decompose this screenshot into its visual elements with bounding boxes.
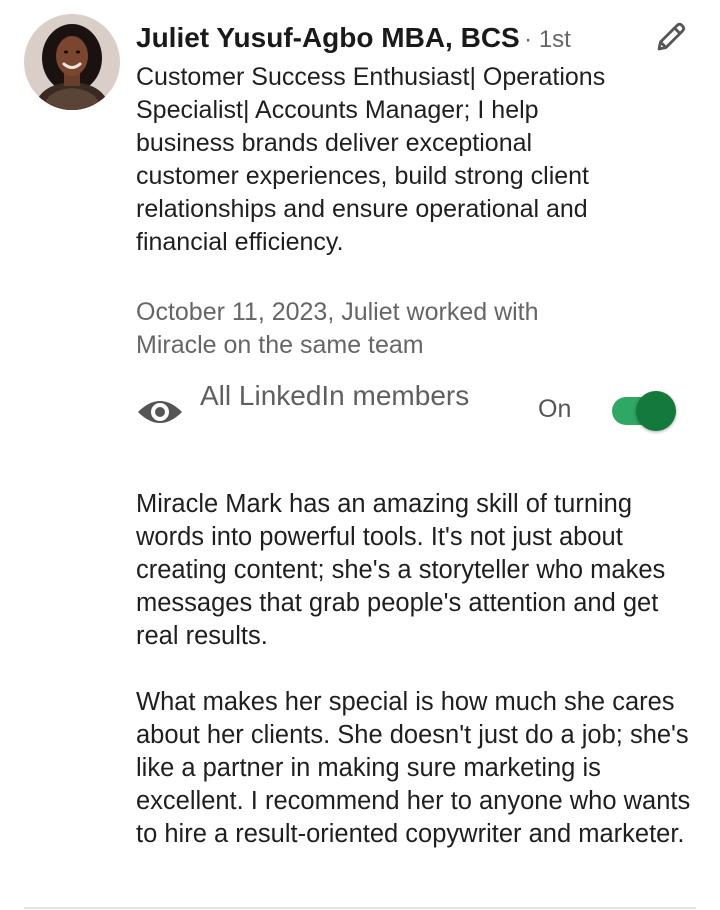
author-headline: Customer Success Enthusiast| Operations …	[136, 63, 606, 256]
profile-photo	[24, 14, 120, 110]
avatar[interactable]	[24, 14, 120, 110]
eye-icon	[138, 401, 182, 423]
toggle-status: On	[538, 395, 572, 423]
recommendation-context: October 11, 2023, Juliet worked with Mir…	[136, 298, 539, 359]
recommendation-paragraph: What makes her special is how much she c…	[136, 688, 691, 848]
visibility-label: All LinkedIn members	[200, 380, 470, 411]
visibility-toggle[interactable]	[612, 391, 678, 431]
recommendation-body: Miracle Mark has an amazing skill of tur…	[136, 488, 696, 884]
pencil-icon	[657, 22, 686, 51]
toggle-knob	[636, 391, 676, 431]
author-name-row: Juliet Yusuf-Agbo MBA, BCS · 1st	[136, 16, 571, 65]
author-name[interactable]: Juliet Yusuf-Agbo MBA, BCS	[136, 22, 520, 53]
visibility-setting: All LinkedIn members On	[136, 377, 686, 453]
divider	[24, 907, 696, 909]
edit-button[interactable]	[648, 16, 692, 60]
connection-degree: · 1st	[524, 26, 571, 53]
recommendation-paragraph: Miracle Mark has an amazing skill of tur…	[136, 490, 666, 650]
